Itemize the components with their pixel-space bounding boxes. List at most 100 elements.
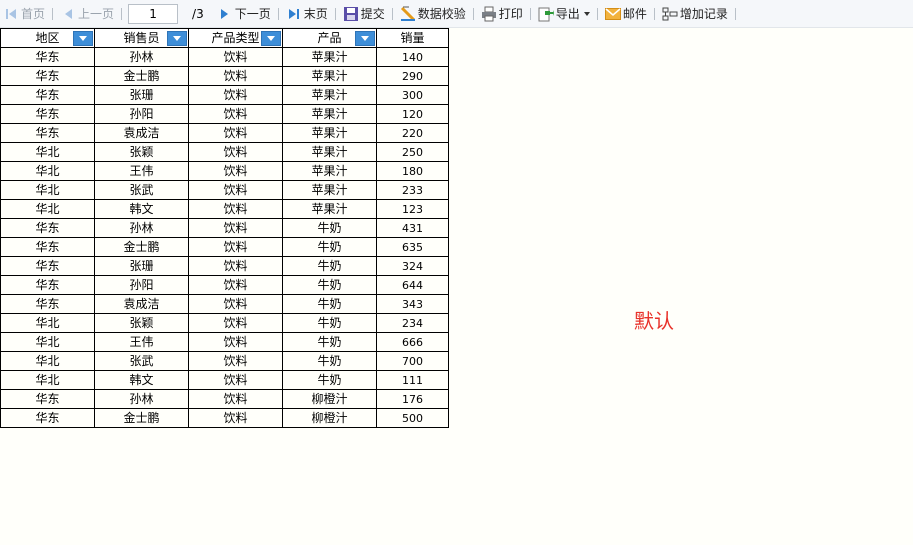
table-cell[interactable]: 饮料 — [188, 218, 283, 238]
table-cell[interactable]: 牛奶 — [282, 256, 377, 276]
table-cell[interactable]: 牛奶 — [282, 275, 377, 295]
table-cell[interactable]: 饮料 — [188, 351, 283, 371]
table-cell[interactable]: 华北 — [0, 351, 95, 371]
add-record-button[interactable]: 增加记录 — [659, 4, 731, 24]
table-cell[interactable]: 饮料 — [188, 313, 283, 333]
table-cell[interactable]: 234 — [376, 313, 449, 333]
table-cell[interactable]: 柳橙汁 — [282, 408, 377, 428]
table-cell[interactable]: 袁成洁 — [94, 294, 189, 314]
table-cell[interactable]: 华北 — [0, 180, 95, 200]
table-cell[interactable]: 180 — [376, 161, 449, 181]
table-cell[interactable]: 袁成洁 — [94, 123, 189, 143]
table-cell[interactable]: 张珊 — [94, 85, 189, 105]
table-cell[interactable]: 饮料 — [188, 47, 283, 67]
table-cell[interactable]: 饮料 — [188, 199, 283, 219]
filter-dropdown-product-type[interactable] — [261, 30, 281, 46]
filter-dropdown-region[interactable] — [73, 30, 93, 46]
table-cell[interactable]: 饮料 — [188, 256, 283, 276]
table-cell[interactable]: 张颖 — [94, 142, 189, 162]
table-cell[interactable]: 644 — [376, 275, 449, 295]
table-cell[interactable]: 饮料 — [188, 332, 283, 352]
table-cell[interactable]: 635 — [376, 237, 449, 257]
table-cell[interactable]: 176 — [376, 389, 449, 409]
table-cell[interactable]: 张武 — [94, 180, 189, 200]
table-cell[interactable]: 苹果汁 — [282, 142, 377, 162]
table-cell[interactable]: 韩文 — [94, 370, 189, 390]
table-cell[interactable]: 华北 — [0, 142, 95, 162]
table-cell[interactable]: 王伟 — [94, 332, 189, 352]
table-cell[interactable]: 343 — [376, 294, 449, 314]
table-cell[interactable]: 苹果汁 — [282, 66, 377, 86]
mail-button[interactable]: 邮件 — [602, 4, 650, 24]
table-cell[interactable]: 苹果汁 — [282, 180, 377, 200]
export-dropdown-button[interactable]: 导出 — [535, 4, 593, 24]
table-cell[interactable]: 孙林 — [94, 218, 189, 238]
table-cell[interactable]: 饮料 — [188, 142, 283, 162]
table-cell[interactable]: 牛奶 — [282, 237, 377, 257]
table-cell[interactable]: 孙林 — [94, 389, 189, 409]
table-cell[interactable]: 苹果汁 — [282, 104, 377, 124]
first-page-button[interactable]: 首页 — [0, 4, 48, 24]
table-cell[interactable]: 金士鹏 — [94, 408, 189, 428]
table-cell[interactable]: 牛奶 — [282, 313, 377, 333]
table-cell[interactable]: 华东 — [0, 123, 95, 143]
table-cell[interactable]: 700 — [376, 351, 449, 371]
table-cell[interactable]: 华东 — [0, 66, 95, 86]
table-cell[interactable]: 华东 — [0, 47, 95, 67]
table-cell[interactable]: 华北 — [0, 199, 95, 219]
table-cell[interactable]: 220 — [376, 123, 449, 143]
table-cell[interactable]: 华北 — [0, 370, 95, 390]
table-cell[interactable]: 111 — [376, 370, 449, 390]
submit-button[interactable]: 提交 — [340, 4, 388, 24]
table-cell[interactable]: 华东 — [0, 237, 95, 257]
table-cell[interactable]: 孙林 — [94, 47, 189, 67]
table-cell[interactable]: 饮料 — [188, 408, 283, 428]
table-cell[interactable]: 苹果汁 — [282, 47, 377, 67]
table-cell[interactable]: 孙阳 — [94, 104, 189, 124]
table-cell[interactable]: 饮料 — [188, 85, 283, 105]
table-cell[interactable]: 华东 — [0, 104, 95, 124]
table-cell[interactable]: 华北 — [0, 161, 95, 181]
page-number-input[interactable] — [128, 3, 179, 24]
table-cell[interactable]: 牛奶 — [282, 218, 377, 238]
table-cell[interactable]: 韩文 — [94, 199, 189, 219]
table-cell[interactable]: 牛奶 — [282, 351, 377, 371]
table-cell[interactable]: 金士鹏 — [94, 66, 189, 86]
table-cell[interactable]: 140 — [376, 47, 449, 67]
table-cell[interactable]: 张武 — [94, 351, 189, 371]
table-cell[interactable]: 张颖 — [94, 313, 189, 333]
validate-button[interactable]: 数据校验 — [397, 4, 469, 24]
table-cell[interactable]: 饮料 — [188, 104, 283, 124]
table-cell[interactable]: 500 — [376, 408, 449, 428]
table-cell[interactable]: 饮料 — [188, 370, 283, 390]
table-cell[interactable]: 饮料 — [188, 237, 283, 257]
table-cell[interactable]: 华东 — [0, 408, 95, 428]
table-cell[interactable]: 250 — [376, 142, 449, 162]
table-cell[interactable]: 牛奶 — [282, 370, 377, 390]
table-cell[interactable]: 华北 — [0, 332, 95, 352]
table-cell[interactable]: 300 — [376, 85, 449, 105]
table-cell[interactable]: 柳橙汁 — [282, 389, 377, 409]
table-cell[interactable]: 华东 — [0, 294, 95, 314]
table-cell[interactable]: 饮料 — [188, 161, 283, 181]
table-cell[interactable]: 金士鹏 — [94, 237, 189, 257]
table-cell[interactable]: 华东 — [0, 275, 95, 295]
table-cell[interactable]: 华北 — [0, 313, 95, 333]
table-cell[interactable]: 饮料 — [188, 389, 283, 409]
table-cell[interactable]: 华东 — [0, 85, 95, 105]
table-cell[interactable]: 苹果汁 — [282, 161, 377, 181]
table-cell[interactable]: 苹果汁 — [282, 123, 377, 143]
filter-dropdown-product[interactable] — [355, 30, 375, 46]
table-cell[interactable]: 饮料 — [188, 66, 283, 86]
table-cell[interactable]: 孙阳 — [94, 275, 189, 295]
filter-dropdown-salesperson[interactable] — [167, 30, 187, 46]
table-cell[interactable]: 饮料 — [188, 294, 283, 314]
table-cell[interactable]: 饮料 — [188, 275, 283, 295]
table-cell[interactable]: 苹果汁 — [282, 199, 377, 219]
table-cell[interactable]: 华东 — [0, 389, 95, 409]
prev-page-button[interactable]: 上一页 — [57, 4, 117, 24]
table-cell[interactable]: 苹果汁 — [282, 85, 377, 105]
table-cell[interactable]: 华东 — [0, 256, 95, 276]
table-cell[interactable]: 324 — [376, 256, 449, 276]
table-cell[interactable]: 123 — [376, 199, 449, 219]
